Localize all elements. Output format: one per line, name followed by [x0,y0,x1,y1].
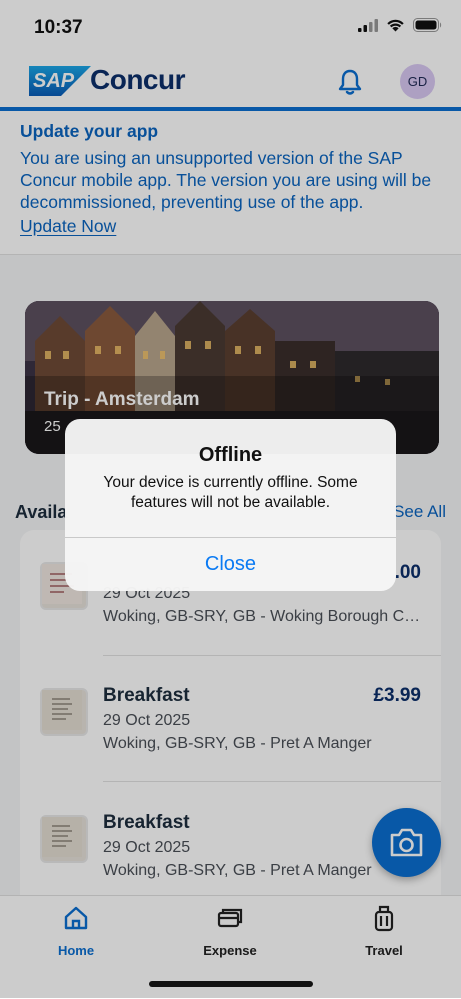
close-button[interactable]: Close [65,538,396,591]
home-indicator [149,981,313,987]
alert-title: Offline [198,444,263,466]
alert-message: Your device is currently offline. Some f… [103,474,358,511]
offline-alert: Offline Your device is currently offline… [65,419,396,591]
